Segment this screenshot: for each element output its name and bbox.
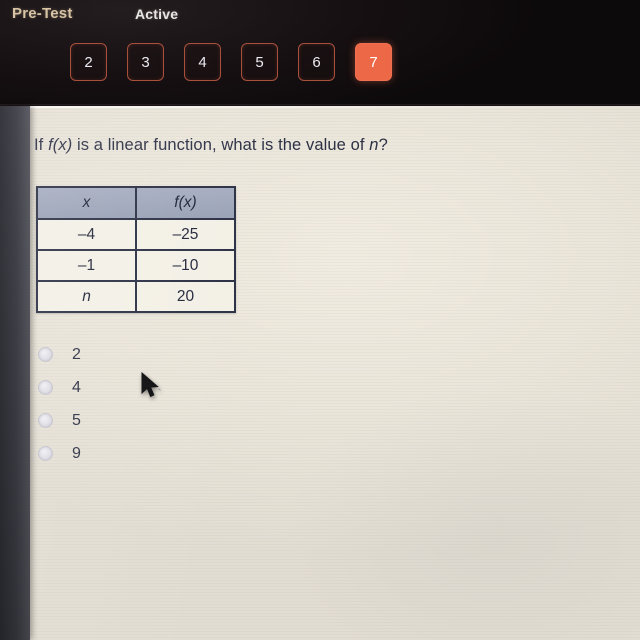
question-function-name: f(x) bbox=[48, 136, 73, 154]
answer-choice-label: 9 bbox=[72, 444, 81, 462]
pager-button-7-current[interactable]: 7 bbox=[355, 43, 392, 81]
radio-button-icon[interactable] bbox=[38, 380, 53, 395]
question-middle: is a linear function, what is the value … bbox=[72, 136, 370, 154]
function-value-table: x f(x) –4 –25 –1 –10 n 20 bbox=[36, 186, 236, 313]
table-cell-fx-3: 20 bbox=[136, 281, 235, 312]
table-cell-fx-2: –10 bbox=[136, 250, 235, 281]
answer-choice-1[interactable]: 2 bbox=[38, 338, 81, 371]
answer-choice-4[interactable]: 9 bbox=[38, 437, 81, 470]
table-header-fx-text: f(x) bbox=[174, 194, 197, 211]
table-header-row: x f(x) bbox=[37, 187, 235, 219]
screenshot-root: Pre-Test Active 2 3 4 5 6 7 If f(x) is a… bbox=[0, 0, 640, 640]
table-cell-x-3: n bbox=[37, 281, 136, 312]
table-row: –4 –25 bbox=[37, 219, 235, 250]
panel-top-edge bbox=[14, 106, 640, 108]
answer-choice-list: 2 4 5 9 bbox=[38, 338, 81, 470]
arrow-pointer-icon bbox=[141, 372, 161, 398]
question-suffix: ? bbox=[378, 136, 388, 154]
pager-button-3[interactable]: 3 bbox=[127, 43, 164, 81]
table-row: –1 –10 bbox=[37, 250, 235, 281]
pager-button-6[interactable]: 6 bbox=[298, 43, 335, 81]
pager-button-2[interactable]: 2 bbox=[70, 43, 107, 81]
table-cell-x-1: –4 bbox=[37, 219, 136, 250]
answer-choice-label: 4 bbox=[72, 378, 81, 396]
table-row: n 20 bbox=[37, 281, 235, 312]
question-variable: n bbox=[369, 136, 379, 154]
answer-choice-label: 5 bbox=[72, 411, 81, 429]
answer-choice-3[interactable]: 5 bbox=[38, 404, 81, 437]
question-prefix: If bbox=[34, 136, 49, 154]
pre-test-label: Pre-Test bbox=[12, 5, 73, 22]
pager-button-4[interactable]: 4 bbox=[184, 43, 221, 81]
radio-button-icon[interactable] bbox=[38, 347, 53, 362]
screen-bezel-left bbox=[0, 106, 30, 640]
table-cell-fx-1: –25 bbox=[136, 219, 235, 250]
table-cell-x-3-text: n bbox=[82, 287, 91, 305]
test-header-band: Pre-Test Active 2 3 4 5 6 7 bbox=[0, 0, 640, 107]
radio-button-icon[interactable] bbox=[38, 446, 53, 461]
answer-choice-label: 2 bbox=[72, 345, 81, 363]
table-header-fx: f(x) bbox=[136, 187, 235, 219]
question-panel: If f(x) is a linear function, what is th… bbox=[14, 106, 640, 640]
table-header-x: x bbox=[37, 187, 136, 219]
question-prompt: If f(x) is a linear function, what is th… bbox=[34, 136, 388, 155]
table-cell-x-2: –1 bbox=[37, 250, 136, 281]
pager-button-5[interactable]: 5 bbox=[241, 43, 278, 81]
answer-choice-2[interactable]: 4 bbox=[38, 371, 81, 404]
active-status-label: Active bbox=[135, 6, 179, 22]
table-header-x-text: x bbox=[82, 194, 91, 211]
radio-button-icon[interactable] bbox=[38, 413, 53, 428]
